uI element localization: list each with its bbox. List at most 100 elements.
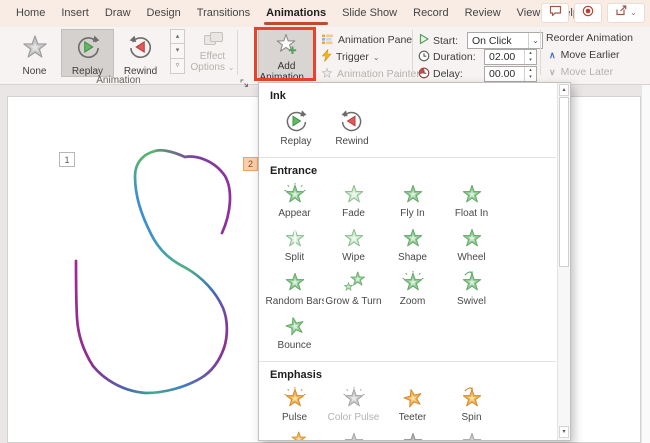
scrollbar-down-icon[interactable]: ▾: [559, 426, 569, 438]
effect-label: Color Pulse: [327, 412, 380, 423]
gallery-up-button[interactable]: ▴: [170, 29, 185, 44]
delay-input[interactable]: 00.00 ▴ ▾: [484, 66, 537, 82]
gallery-item-replay[interactable]: Replay: [61, 29, 114, 77]
spin-down-icon[interactable]: ▾: [525, 57, 536, 64]
animation-effect-split[interactable]: Split: [265, 222, 324, 266]
duration-row: Duration: 02.00 ▴ ▾: [418, 49, 537, 65]
lightning-icon: [321, 49, 332, 65]
animation-effect-rewind[interactable]: Rewind: [324, 103, 380, 150]
gallery-more-button[interactable]: ▿: [170, 59, 185, 74]
animation-pane-label: Animation Pane: [338, 34, 413, 46]
animation-effect-random-bars[interactable]: Random Bars: [265, 266, 324, 310]
animation-effect-bounce[interactable]: Bounce: [265, 310, 324, 354]
animation-painter-button: Animation Painter: [321, 66, 420, 82]
float-in-icon: [461, 182, 483, 206]
appear-icon: [283, 182, 306, 206]
section-title-ink: Ink: [270, 90, 286, 102]
gallery-item-rewind[interactable]: Rewind: [114, 29, 167, 77]
animation-effect-replay[interactable]: Replay: [268, 103, 324, 150]
menu-tab-slide-show[interactable]: Slide Show: [334, 0, 405, 27]
menu-tab-record[interactable]: Record: [405, 0, 456, 27]
scrollbar-up-icon[interactable]: ▴: [559, 84, 569, 96]
dialog-launcher-button[interactable]: [240, 75, 249, 93]
record-icon: [582, 4, 594, 22]
animation-effect-pulse[interactable]: Pulse: [265, 382, 324, 426]
move-later-label: Move Later: [560, 66, 614, 78]
start-select[interactable]: On Click ⌄: [467, 32, 543, 49]
gallery-down-button[interactable]: ▾: [170, 44, 185, 59]
reorder-animation-title: Reorder Animation: [546, 32, 633, 44]
animation-effect-teeter[interactable]: Teeter: [383, 382, 442, 426]
menu-tab-transitions[interactable]: Transitions: [189, 0, 258, 27]
menu-tab-review[interactable]: Review: [457, 0, 509, 27]
replay-icon: [74, 33, 102, 66]
record-button[interactable]: [574, 3, 602, 23]
animation-painter-label: Animation Painter: [337, 68, 420, 80]
zoom-icon: [401, 270, 424, 294]
grow-shrink-icon: [284, 430, 306, 440]
add-animation-label1: Add: [277, 61, 296, 72]
add-animation-icon: [275, 33, 299, 60]
effect-label: Split: [284, 252, 305, 263]
darken-icon: [402, 430, 424, 440]
menu-tab-draw[interactable]: Draw: [97, 0, 139, 27]
animation-effect-spin[interactable]: Spin: [442, 382, 501, 426]
gallery-item-none[interactable]: None: [8, 29, 61, 77]
share-button[interactable]: ⌄: [607, 3, 645, 23]
menu-tab-design[interactable]: Design: [139, 0, 189, 27]
add-animation-button[interactable]: Add Animation ⌄: [258, 29, 315, 83]
section-title-entrance: Entrance: [270, 165, 318, 177]
clock-icon: [418, 50, 430, 65]
delay-clock-icon: [418, 67, 430, 82]
effect-options-label1: Effect: [199, 51, 226, 62]
animation-effect-fade[interactable]: Fade: [324, 178, 383, 222]
section-title-emphasis: Emphasis: [270, 369, 322, 381]
animation-effect-zoom[interactable]: Zoom: [383, 266, 442, 310]
effect-label: Float In: [454, 208, 489, 219]
chevron-down-icon: ⌄: [372, 52, 380, 62]
duration-input[interactable]: 02.00 ▴ ▾: [484, 49, 537, 65]
scrollbar-thumb[interactable]: [559, 97, 569, 267]
spin-down-icon[interactable]: ▾: [525, 74, 536, 81]
animation-effect-fly-in[interactable]: Fly In: [383, 178, 442, 222]
spin-icon: [461, 386, 483, 410]
menu-tab-animations[interactable]: Animations: [258, 0, 334, 27]
move-earlier-label: Move Earlier: [560, 49, 620, 61]
animation-badge-1[interactable]: 1: [59, 152, 75, 167]
trigger-label: Trigger: [336, 51, 369, 63]
animation-pane-button[interactable]: Animation Pane: [321, 32, 420, 48]
grow-turn-icon: [343, 270, 365, 294]
animation-badge-2[interactable]: 2: [243, 157, 258, 171]
play-outline-icon: [418, 33, 430, 48]
trigger-button[interactable]: Trigger ⌄: [321, 49, 420, 65]
menu-scrollbar[interactable]: ▴ ▾: [557, 83, 570, 440]
animation-effect-grow-turn[interactable]: Grow & Turn: [324, 266, 383, 310]
none-icon: [21, 33, 49, 66]
effect-label: Teeter: [398, 412, 427, 423]
animation-effect-wheel[interactable]: Wheel: [442, 222, 501, 266]
animation-effect-grow-shrink[interactable]: Grow/Shrink: [265, 426, 324, 440]
effect-label: Random Bars: [265, 296, 324, 307]
effect-options-label2: Options: [190, 62, 225, 73]
animation-effect-color-pulse: Color Pulse: [324, 382, 383, 426]
shape-icon: [402, 226, 424, 250]
animation-effect-wipe[interactable]: Wipe: [324, 222, 383, 266]
animation-effect-shape[interactable]: Shape: [383, 222, 442, 266]
chevron-down-icon: ⌄: [630, 8, 637, 17]
move-earlier-button[interactable]: ∧ Move Earlier: [549, 49, 620, 61]
replay-icon: [283, 107, 309, 134]
effect-options-button: Effect Options ⌄: [189, 30, 236, 78]
comments-button[interactable]: [541, 3, 569, 23]
menu-tab-insert[interactable]: Insert: [53, 0, 97, 27]
animation-effect-float-in[interactable]: Float In: [442, 178, 501, 222]
titlebar-buttons: ⌄: [541, 3, 645, 23]
spin-up-icon[interactable]: ▴: [525, 50, 536, 57]
animation-effect-swivel[interactable]: Swivel: [442, 266, 501, 310]
effect-label: Grow & Turn: [325, 296, 382, 307]
menu-tab-home[interactable]: Home: [8, 0, 53, 27]
split-icon: [284, 226, 306, 250]
animation-painter-icon: [321, 67, 333, 82]
spin-up-icon[interactable]: ▴: [525, 67, 536, 74]
animation-effect-appear[interactable]: Appear: [265, 178, 324, 222]
ribbon-divider: [237, 30, 238, 75]
